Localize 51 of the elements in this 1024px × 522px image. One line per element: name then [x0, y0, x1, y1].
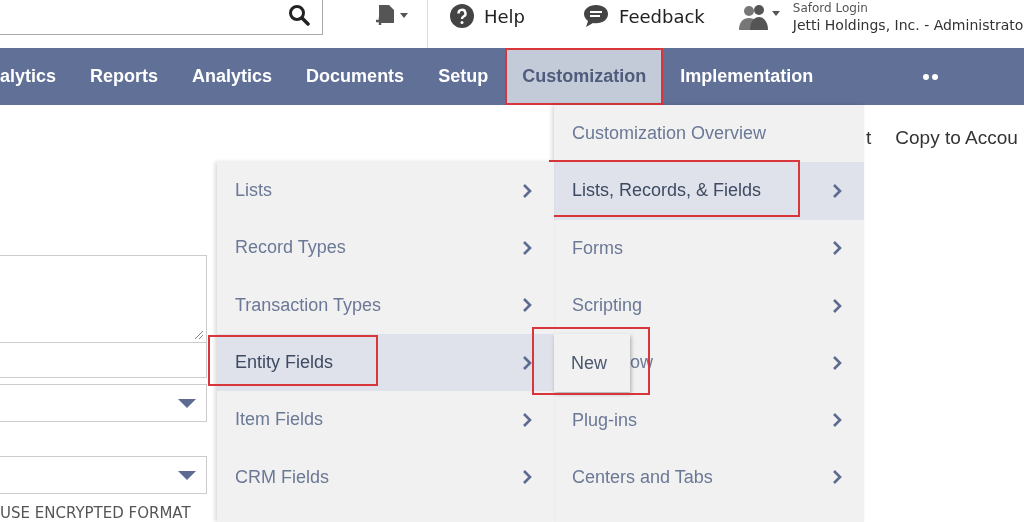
chevron-right-icon	[832, 412, 842, 429]
resize-grip-icon[interactable]	[194, 330, 204, 340]
checkbox-label: USE ENCRYPTED FORMAT	[0, 504, 192, 522]
user-role-icon[interactable]	[738, 4, 783, 30]
search-field[interactable]	[0, 0, 323, 35]
menu-item[interactable]: Entity Fields	[217, 333, 554, 392]
feedback-link[interactable]: Feedback	[619, 5, 705, 27]
chevron-right-icon	[522, 354, 532, 371]
menu-item[interactable]: Scripting	[554, 276, 864, 335]
menu-item[interactable]: Lists, Records, & Fields	[554, 162, 864, 220]
menu-item[interactable]: Customization Overview	[554, 105, 864, 163]
chevron-right-icon	[832, 354, 842, 371]
menu-item[interactable]: Item Fields	[217, 391, 554, 449]
user-name: Saford Login	[792, 1, 869, 15]
more-icon[interactable]	[922, 72, 939, 81]
dropdown-field[interactable]	[0, 384, 207, 422]
chevron-right-icon	[832, 182, 842, 199]
nav-tab[interactable]: Reports	[73, 48, 176, 105]
menu-item[interactable]: Plug-ins	[554, 391, 864, 449]
dropdown-field[interactable]	[0, 456, 207, 494]
action-link[interactable]: t	[866, 127, 872, 149]
nav-tab[interactable]: Analytics	[175, 48, 290, 105]
caret-icon	[178, 470, 196, 480]
nav-tab[interactable]: Setup	[421, 48, 506, 105]
chevron-right-icon	[522, 469, 532, 486]
chevron-right-icon	[522, 182, 532, 199]
menu-item[interactable]: Forms	[554, 219, 864, 277]
nav-tab[interactable]: Documents	[289, 48, 422, 105]
menu-item[interactable]: Lists	[217, 162, 554, 220]
chevron-right-icon	[522, 411, 532, 428]
chevron-right-icon	[832, 240, 842, 257]
nav-tab[interactable]: Customization	[505, 48, 664, 105]
flyout-menu[interactable]: New	[554, 334, 630, 392]
chat-bubble-icon[interactable]	[583, 4, 610, 28]
menu-item[interactable]: Transaction Types	[217, 276, 554, 334]
action-link[interactable]: Copy to Accou	[895, 127, 1018, 149]
chevron-right-icon	[832, 469, 842, 486]
nav-tab[interactable]: alytics	[0, 48, 74, 105]
search-icon[interactable]	[288, 3, 310, 26]
menu-item[interactable]: CRM Fields	[217, 448, 554, 506]
menu-item[interactable]: Centers and Tabs	[554, 448, 864, 507]
caret-icon	[178, 398, 196, 408]
nav-tab[interactable]: Implementation	[663, 48, 831, 105]
chevron-right-icon	[832, 297, 842, 314]
help-link[interactable]: Help	[484, 5, 526, 27]
account-name[interactable]: Jetti Holdings, Inc. - Administrato	[792, 15, 1024, 35]
menu-item[interactable]: Record Types	[217, 219, 554, 277]
chevron-right-icon	[522, 239, 532, 256]
chevron-right-icon	[522, 297, 532, 314]
text-field[interactable]	[0, 343, 207, 378]
help-icon[interactable]	[450, 4, 474, 28]
